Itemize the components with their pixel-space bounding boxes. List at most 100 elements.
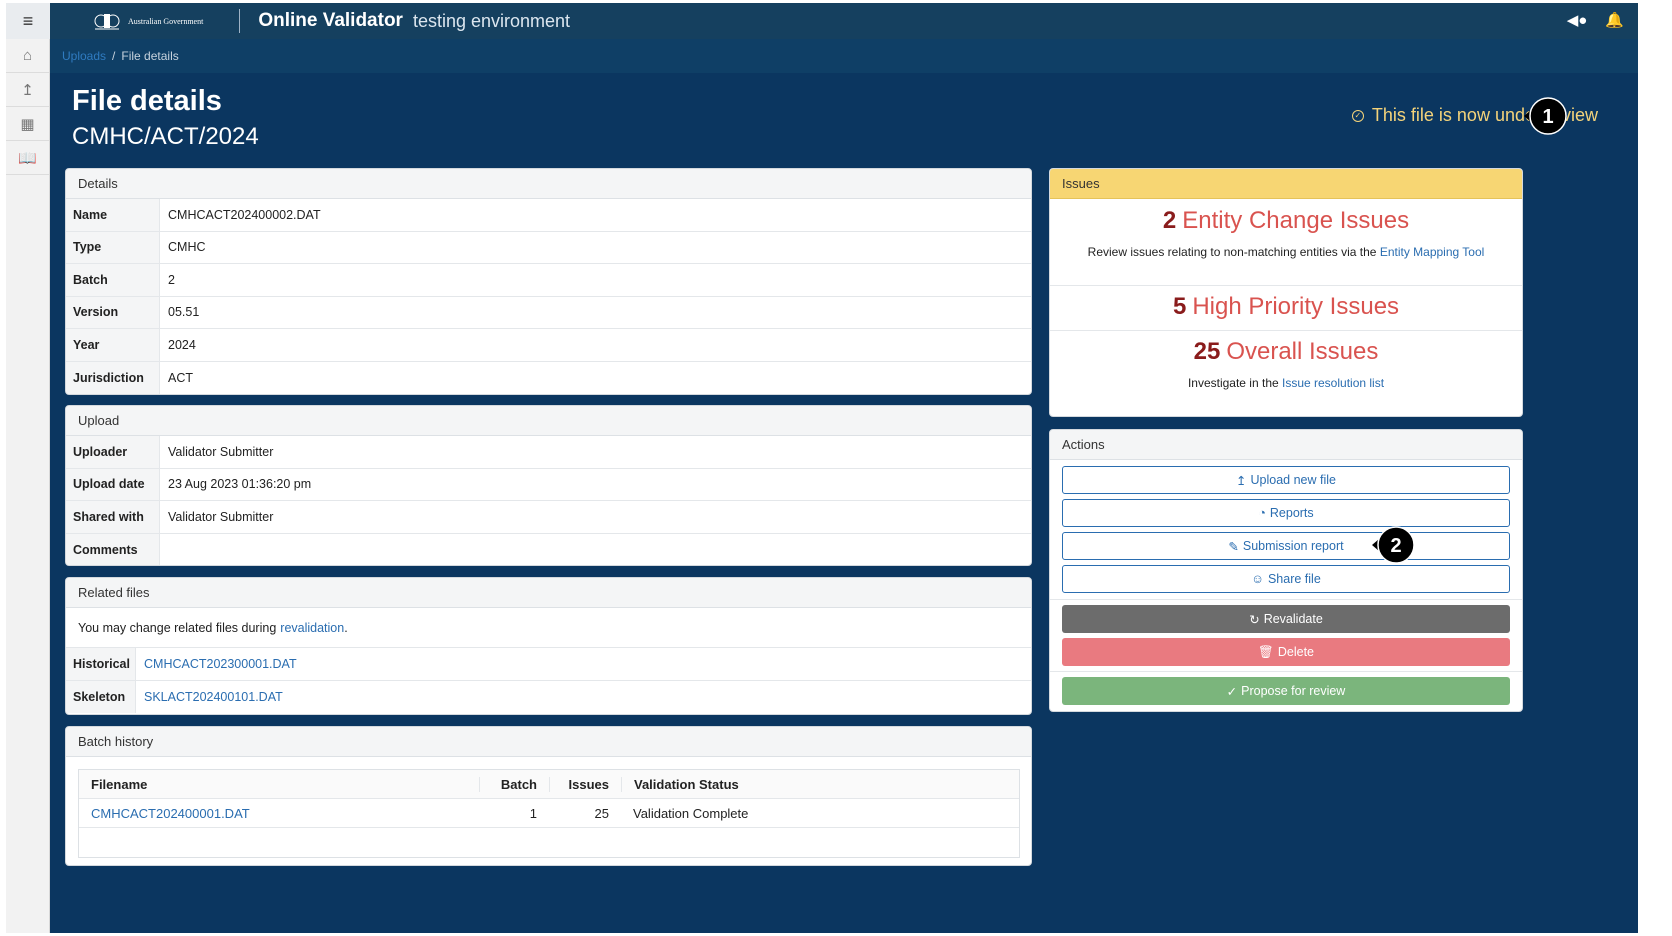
related-note-prefix: You may change related files during: [78, 620, 277, 635]
kv-value: Validator Submitter: [168, 444, 274, 459]
kv-row-type: Type CMHC: [66, 231, 1031, 264]
pie-chart-icon: ◔: [1258, 506, 1266, 520]
book-icon[interactable]: 📖: [6, 141, 49, 175]
kv-key: Upload date: [66, 468, 160, 500]
high-priority-block: 5 High Priority Issues: [1050, 286, 1522, 331]
kv-key: Shared with: [66, 501, 160, 533]
coat-of-arms-icon: [94, 14, 120, 30]
trash-icon: 🗑: [1257, 644, 1274, 659]
revalidation-link[interactable]: revalidation: [280, 621, 344, 635]
breadcrumb: Uploads / File details: [50, 39, 1638, 73]
overall-note-prefix: Investigate in the: [1187, 376, 1282, 390]
upload-card: Upload Uploader Validator Submitter Upload…: [65, 405, 1032, 566]
related-note-suffix: .: [344, 620, 348, 635]
entity-change-note: Review issues relating to non-matching e…: [1050, 245, 1522, 259]
kv-value: [160, 534, 168, 566]
header-divider: [239, 9, 241, 33]
share-file-label: Share file: [1267, 572, 1321, 586]
share-file-button[interactable]: ☺ Share file: [1062, 565, 1510, 593]
batch-number: 1: [529, 805, 537, 821]
propose-label: Propose for review: [1241, 684, 1346, 698]
page-subtitle: CMHC/ACT/2024: [72, 123, 259, 150]
kv-row-shared-with: Shared with Validator Submitter: [66, 501, 1031, 534]
col-filename[interactable]: Filename: [79, 777, 479, 792]
kv-row-upload-date: Upload date 23 Aug 2023 01:36:20 pm: [66, 468, 1031, 501]
table-header-row: Filename Batch Issues Validation Status: [79, 770, 1019, 799]
revalidate-label: Revalidate: [1263, 612, 1323, 626]
callout-badge-2: 2: [1372, 526, 1415, 564]
person-icon: ☺: [1251, 572, 1264, 586]
entity-change-line: 2 Entity Change Issues: [1050, 207, 1522, 235]
kv-row-version: Version 05.51: [66, 296, 1031, 329]
entity-change-count: 2: [1162, 207, 1177, 234]
col-batch[interactable]: Batch: [479, 776, 549, 792]
details-heading: Details: [66, 169, 1031, 199]
page-title: File details: [72, 85, 222, 117]
issue-resolution-list-link[interactable]: Issue resolution list: [1282, 376, 1384, 390]
reports-button[interactable]: ◔ Reports: [1062, 499, 1510, 527]
callout-badge-1: 1: [1524, 97, 1567, 135]
delete-button[interactable]: 🗑 Delete: [1062, 638, 1510, 666]
issues-heading: Issues: [1050, 169, 1522, 199]
kv-key: Skeleton: [66, 680, 136, 713]
upload-icon: ↥: [1236, 473, 1247, 488]
entity-change-label: Entity Change Issues: [1182, 207, 1410, 234]
user-icon[interactable]: ◀●: [1567, 11, 1588, 29]
file-link[interactable]: SKLACT202400101.DAT: [136, 681, 283, 714]
kv-key: Type: [66, 231, 160, 263]
kv-value: 2024: [168, 337, 196, 352]
issues-card: Issues 2 Entity Change Issues Review iss…: [1049, 168, 1523, 417]
home-icon[interactable]: ⌂: [6, 39, 49, 73]
kv-row-comments: Comments: [66, 533, 1031, 566]
col-status[interactable]: Validation Status: [621, 776, 739, 792]
upload-heading: Upload: [66, 406, 1031, 436]
kv-value: ACT: [168, 370, 193, 385]
file-link[interactable]: CMHCACT202300001.DAT: [136, 648, 297, 680]
government-logo[interactable]: Australian Government: [92, 9, 203, 33]
high-priority-count: 5: [1172, 293, 1187, 320]
kv-key: Name: [66, 199, 160, 231]
bell-icon[interactable]: 🔔: [1605, 11, 1624, 29]
callout-1-label: 1: [1542, 106, 1553, 128]
top-icons: ◀● 🔔: [1567, 11, 1624, 29]
hamburger-icon[interactable]: ≡: [6, 3, 50, 39]
callout-2-label: 2: [1390, 535, 1401, 557]
submission-report-button[interactable]: ✎ Submission report: [1062, 532, 1510, 560]
top-bar: ≡ Australian Government Online Validator…: [6, 3, 1638, 39]
kv-value: 2: [168, 272, 175, 287]
entity-mapping-tool-link[interactable]: Entity Mapping Tool: [1380, 245, 1485, 259]
actions-divider: [1050, 599, 1522, 600]
upload-icon[interactable]: ↥: [6, 73, 49, 107]
sidebar: ⌂ ↥ ▦ 📖: [6, 39, 50, 933]
related-files-card: Related files You may change related fil…: [65, 577, 1032, 715]
overall-note: Investigate in the Issue resolution list: [1050, 376, 1522, 390]
entity-change-block: 2 Entity Change Issues Review issues rel…: [1050, 199, 1522, 286]
app-title: Online Validator: [258, 10, 403, 31]
kv-row-year: Year 2024: [66, 329, 1031, 362]
entity-note-prefix: Review issues relating to non-matching e…: [1087, 245, 1380, 259]
propose-for-review-button[interactable]: ✓ Propose for review: [1062, 677, 1510, 705]
kv-key: Historical: [66, 648, 136, 680]
kv-row-uploader: Uploader Validator Submitter: [66, 436, 1031, 469]
kv-value: 05.51: [168, 305, 200, 320]
batch-issues: 25: [594, 805, 609, 821]
edit-icon: ✎: [1228, 539, 1239, 554]
check-icon: ✓: [1226, 684, 1238, 699]
breadcrumb-uploads[interactable]: Uploads: [62, 49, 106, 63]
reports-label: Reports: [1269, 506, 1314, 520]
table-icon[interactable]: ▦: [6, 107, 49, 141]
batch-filename-link[interactable]: CMHCACT202400001.DAT: [79, 806, 479, 821]
breadcrumb-separator: /: [112, 49, 116, 63]
table-row: CMHCACT202400001.DAT 1 25 Validation Com…: [79, 799, 1019, 828]
kv-value: Validator Submitter: [168, 509, 274, 524]
col-issues[interactable]: Issues: [549, 776, 621, 792]
kv-row-jurisdiction: Jurisdiction ACT: [66, 361, 1031, 394]
batch-history-card: Batch history Filename Batch Issues Vali…: [65, 726, 1032, 866]
actions-card: Actions ↥ Upload new file ◔ Reports ✎ Su…: [1049, 429, 1523, 712]
upload-new-file-button[interactable]: ↥ Upload new file: [1062, 466, 1510, 494]
high-priority-label: High Priority Issues: [1192, 293, 1400, 320]
kv-value: CMHCACT202400002.DAT: [168, 207, 321, 222]
kv-key: Version: [66, 296, 160, 328]
revalidate-button[interactable]: ↻ Revalidate: [1062, 605, 1510, 633]
kv-value: CMHC: [168, 240, 206, 255]
